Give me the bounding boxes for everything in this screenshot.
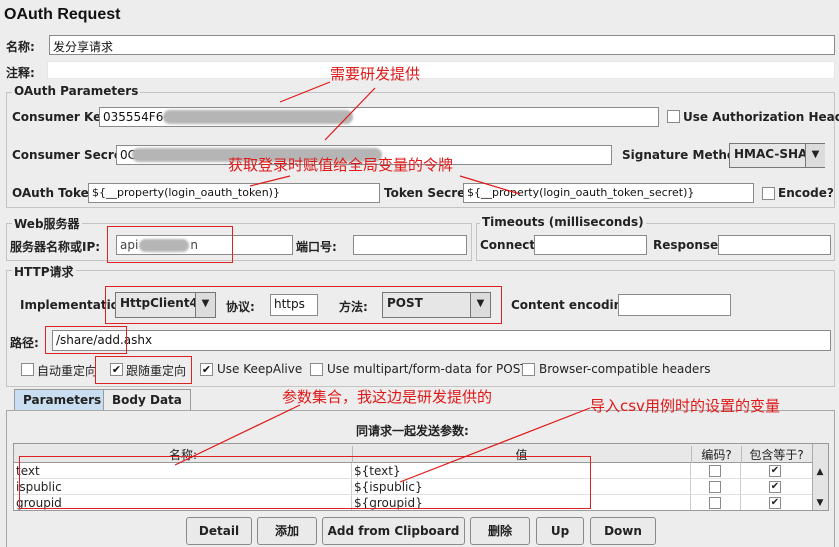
arrow-line [279,81,331,103]
annotation-dev-provide: 需要研发提供 [330,65,421,83]
arrow-line [174,404,301,466]
annotation-csv-vars: 导入csv用例时的设置的变量 [590,397,780,415]
arrow-line [249,175,291,187]
annotation-param-set: 参数集合，我这边是研发提供的 [282,388,493,406]
annotation-login-token: 获取登录时赋值给全局变量的令牌 [228,156,454,174]
arrow-line [324,87,376,141]
arrow-line [399,407,591,483]
arrow-line [459,175,521,195]
